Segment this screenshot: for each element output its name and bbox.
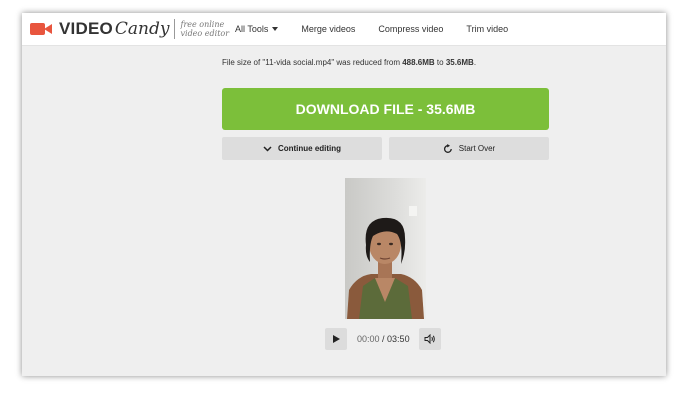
top-navbar: VIDEO Candy free online video editor All… (22, 13, 666, 46)
original-size: 488.6MB (402, 58, 435, 67)
logo[interactable]: VIDEO Candy free online video editor (30, 19, 232, 39)
file-size-prefix: File size of "11-vida social.mp4" was re… (221, 58, 403, 67)
video-controls: 00:00 / 03:50 (325, 328, 441, 350)
start-over-button[interactable]: Start Over (389, 137, 549, 160)
start-over-label: Start Over (458, 144, 496, 153)
logo-divider (174, 19, 176, 39)
current-time: 00:00 (357, 334, 380, 344)
nav-all-tools[interactable]: All Tools (235, 24, 279, 34)
nav-compress-video-label: Compress video (378, 24, 444, 34)
nav-trim-video[interactable]: Trim video (466, 24, 508, 34)
video-preview[interactable] (345, 178, 426, 319)
video-frame-image (345, 178, 426, 319)
play-icon (333, 335, 340, 343)
time-separator: / (379, 334, 388, 344)
video-camera-icon (30, 22, 54, 36)
tagline-line-1: free online (180, 20, 225, 29)
tagline-line-2: video editor (180, 29, 230, 38)
app-window: VIDEO Candy free online video editor All… (22, 13, 666, 376)
file-size-message: File size of "11-vida social.mp4" was re… (22, 58, 666, 67)
nav-links: All Tools Merge videos Compress video Tr… (235, 13, 531, 45)
logo-tagline: free online video editor (180, 20, 232, 38)
logo-video-text: VIDEO (59, 19, 113, 38)
duration: 03:50 (387, 334, 410, 344)
nav-merge-videos-label: Merge videos (301, 24, 356, 34)
logo-candy-text: Candy (114, 19, 170, 39)
nav-all-tools-label: All Tools (235, 24, 269, 34)
play-button[interactable] (325, 328, 347, 350)
time-display: 00:00 / 03:50 (357, 334, 410, 344)
chevron-down-icon (263, 145, 272, 152)
file-size-middle: to (434, 58, 446, 67)
new-size: 35.6MB (445, 58, 474, 67)
caret-down-icon (272, 27, 279, 31)
download-file-button[interactable]: DOWNLOAD FILE - 35.6MB (222, 88, 549, 130)
nav-merge-videos[interactable]: Merge videos (301, 24, 355, 34)
continue-editing-label: Continue editing (277, 144, 342, 153)
file-size-suffix: . (473, 58, 477, 67)
volume-icon (424, 334, 435, 344)
refresh-icon (443, 143, 453, 154)
nav-trim-video-label: Trim video (466, 24, 509, 34)
volume-button[interactable] (418, 328, 441, 350)
nav-compress-video[interactable]: Compress video (378, 24, 443, 34)
continue-editing-button[interactable]: Continue editing (222, 137, 382, 160)
